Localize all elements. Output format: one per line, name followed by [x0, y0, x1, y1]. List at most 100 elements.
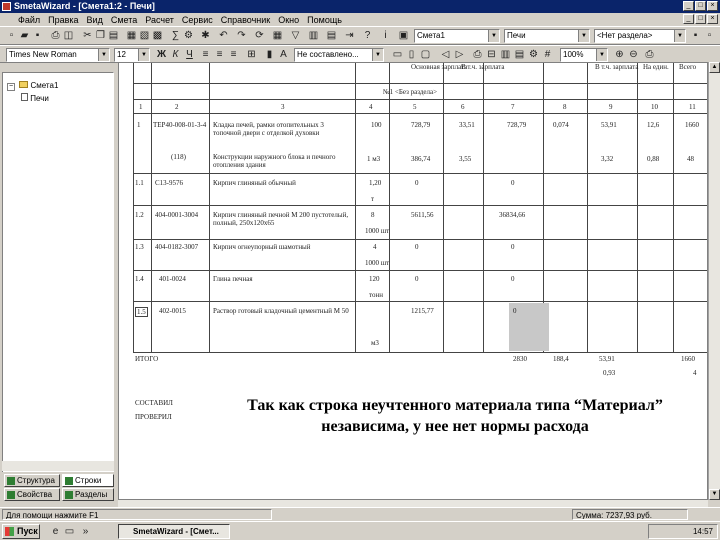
- row-unit-sub: т: [371, 195, 375, 203]
- menu-view[interactable]: Вид: [83, 15, 107, 25]
- save-icon[interactable]: ▪: [32, 30, 43, 41]
- tree-horizontal-scrollbar[interactable]: [2, 461, 114, 471]
- section-select[interactable]: Печи ▼: [504, 29, 590, 43]
- next-page-icon[interactable]: ▷: [454, 49, 465, 60]
- paste-icon[interactable]: ▤: [108, 30, 119, 41]
- start-label: Пуск: [17, 526, 38, 536]
- font-size-select[interactable]: 12 ▼: [114, 48, 150, 62]
- ie-icon[interactable]: e: [50, 526, 61, 537]
- smeta-icon[interactable]: ▣: [398, 30, 409, 41]
- help-icon[interactable]: ?: [362, 30, 373, 41]
- calc-icon[interactable]: ∑: [170, 30, 181, 41]
- zoom-out-icon[interactable]: ⊖: [628, 49, 639, 60]
- tab-structure[interactable]: Структура: [4, 474, 60, 487]
- align-right-icon[interactable]: ≡: [228, 49, 239, 60]
- minimize-button[interactable]: _: [683, 1, 694, 11]
- col-number: 4: [369, 103, 373, 111]
- font-name-select[interactable]: Times New Roman ▼: [6, 48, 110, 62]
- cut-icon[interactable]: ✂: [82, 30, 93, 41]
- print-doc-icon[interactable]: ⎙: [644, 49, 655, 60]
- redo-icon[interactable]: ↷: [236, 30, 247, 41]
- page-width-icon[interactable]: ▯: [406, 49, 417, 60]
- bold-button[interactable]: Ж: [156, 49, 167, 60]
- rows-icon[interactable]: ▤: [514, 49, 525, 60]
- copy-icon[interactable]: ❐: [95, 30, 106, 41]
- page-setup-icon[interactable]: ▭: [392, 49, 403, 60]
- mdi-minimize-button[interactable]: _: [683, 14, 694, 24]
- zoom-in-icon[interactable]: ⊕: [614, 49, 625, 60]
- row-code: (118): [171, 153, 186, 161]
- zoom-select[interactable]: 100% ▼: [560, 48, 608, 62]
- menu-calc[interactable]: Расчет: [141, 15, 178, 25]
- grid-lines-icon[interactable]: #: [542, 49, 553, 60]
- close-button[interactable]: ×: [707, 1, 718, 11]
- desktop-icon[interactable]: ▭: [64, 526, 75, 537]
- quicklaunch-more-icon[interactable]: »: [80, 526, 91, 537]
- report-icon[interactable]: ▤: [326, 30, 337, 41]
- menu-reference[interactable]: Справочник: [217, 15, 275, 25]
- tray-clock[interactable]: 14:57: [693, 527, 713, 536]
- menu-smeta[interactable]: Смета: [107, 15, 141, 25]
- tree-node-root[interactable]: − Смета1: [7, 81, 58, 91]
- menu-help[interactable]: Помощь: [303, 15, 346, 25]
- italic-button[interactable]: К: [170, 49, 181, 60]
- tools-icon[interactable]: ⚙: [183, 30, 194, 41]
- delete-row-icon[interactable]: ▧: [139, 30, 150, 41]
- col-number: 1: [139, 103, 143, 111]
- scroll-up-icon[interactable]: ▲: [709, 62, 720, 73]
- tab-rows[interactable]: Строки: [62, 474, 114, 487]
- total-b: 188,4: [553, 355, 569, 363]
- print-icon[interactable]: ⎙: [50, 30, 61, 41]
- columns-icon[interactable]: ▥: [500, 49, 511, 60]
- preview-icon[interactable]: ◫: [63, 30, 74, 41]
- start-button[interactable]: Пуск: [2, 524, 40, 539]
- app-icon[interactable]: [2, 2, 11, 11]
- vertical-scrollbar[interactable]: ▲ ▼: [708, 62, 720, 500]
- maximize-button[interactable]: □: [695, 1, 706, 11]
- mdi-close-button[interactable]: ×: [707, 14, 718, 24]
- export-icon[interactable]: ⇥: [344, 30, 355, 41]
- chart-icon[interactable]: ▥: [308, 30, 319, 41]
- menu-window[interactable]: Окно: [274, 15, 303, 25]
- align-left-icon[interactable]: ≡: [200, 49, 211, 60]
- style-select[interactable]: Не составлено... ▼: [294, 48, 384, 62]
- tree-node-child[interactable]: Печи: [21, 93, 49, 103]
- wizard-icon[interactable]: ✱: [200, 30, 211, 41]
- font-color-icon[interactable]: A: [278, 49, 289, 60]
- taskbar-app-button[interactable]: SmetaWizard - [Смет...: [118, 524, 230, 539]
- print-preview-icon[interactable]: ⎙: [472, 49, 483, 60]
- fill-color-icon[interactable]: ▮: [264, 49, 275, 60]
- tab-sections[interactable]: Разделы: [62, 488, 114, 501]
- margins-icon[interactable]: ⊟: [486, 49, 497, 60]
- tab-properties[interactable]: Свойства: [4, 488, 60, 501]
- scroll-down-icon[interactable]: ▼: [709, 489, 720, 500]
- razdel-select[interactable]: <Нет раздела> ▼: [594, 29, 686, 43]
- info-icon[interactable]: i: [380, 30, 391, 41]
- razdel-add-icon[interactable]: ▪: [690, 30, 701, 41]
- razdel-delete-icon[interactable]: ▫: [704, 30, 715, 41]
- grid-icon[interactable]: ▩: [152, 30, 163, 41]
- window-title: SmetaWizard - [Смета1:2 - Печи]: [14, 1, 155, 11]
- prev-page-icon[interactable]: ◁: [440, 49, 451, 60]
- structure-icon: [7, 477, 15, 485]
- menu-edit[interactable]: Правка: [44, 15, 82, 25]
- open-folder-icon[interactable]: ▰: [19, 30, 30, 41]
- table-icon[interactable]: ▦: [272, 30, 283, 41]
- tree-expand-icon[interactable]: −: [7, 83, 15, 91]
- undo-icon[interactable]: ↶: [218, 30, 229, 41]
- refresh-icon[interactable]: ⟳: [254, 30, 265, 41]
- align-center-icon[interactable]: ≡: [214, 49, 225, 60]
- insert-row-icon[interactable]: ▦: [126, 30, 137, 41]
- mdi-restore-button[interactable]: □: [695, 14, 706, 24]
- fit-page-icon[interactable]: ▢: [420, 49, 431, 60]
- format-toolbar: Times New Roman ▼ 12 ▼ Ж К Ч ≡ ≡ ≡ ⊞ ▮ A…: [0, 45, 720, 63]
- taskbar-app-label: SmetaWizard - [Смет...: [133, 527, 219, 536]
- filter-icon[interactable]: ▽: [290, 30, 301, 41]
- border-icon[interactable]: ⊞: [246, 49, 257, 60]
- underline-button[interactable]: Ч: [184, 49, 195, 60]
- smeta-select[interactable]: Смета1 ▼: [414, 29, 500, 43]
- new-file-icon[interactable]: ▫: [6, 30, 17, 41]
- menu-file[interactable]: Файл: [14, 15, 44, 25]
- menu-service[interactable]: Сервис: [178, 15, 217, 25]
- settings-icon[interactable]: ⚙: [528, 49, 539, 60]
